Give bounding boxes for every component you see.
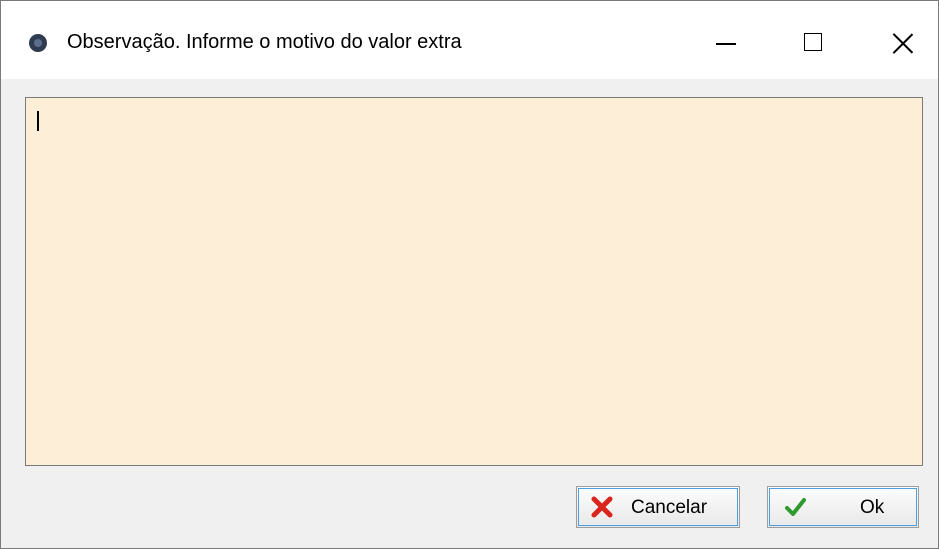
- close-button[interactable]: [878, 1, 938, 79]
- app-logo-icon[interactable]: [29, 34, 47, 52]
- maximize-button[interactable]: [788, 1, 848, 79]
- observation-textarea[interactable]: [25, 97, 923, 466]
- cancel-button-label: Cancelar: [631, 497, 708, 518]
- text-caret: [37, 111, 39, 131]
- window-title: Observação. Informe o motivo do valor ex…: [67, 31, 462, 53]
- ok-button-label: Ok: [860, 497, 885, 518]
- ok-button[interactable]: Ok: [767, 486, 919, 528]
- green-check-icon: [785, 498, 806, 516]
- title-bar[interactable]: Observação. Informe o motivo do valor ex…: [1, 1, 938, 79]
- close-icon: [892, 32, 914, 54]
- minimize-icon: [716, 43, 736, 45]
- cancel-button[interactable]: Cancelar: [576, 486, 740, 528]
- red-x-icon: [591, 496, 613, 518]
- minimize-button[interactable]: [698, 1, 758, 79]
- dialog-window: Observação. Informe o motivo do valor ex…: [0, 0, 939, 549]
- maximize-icon: [804, 33, 822, 51]
